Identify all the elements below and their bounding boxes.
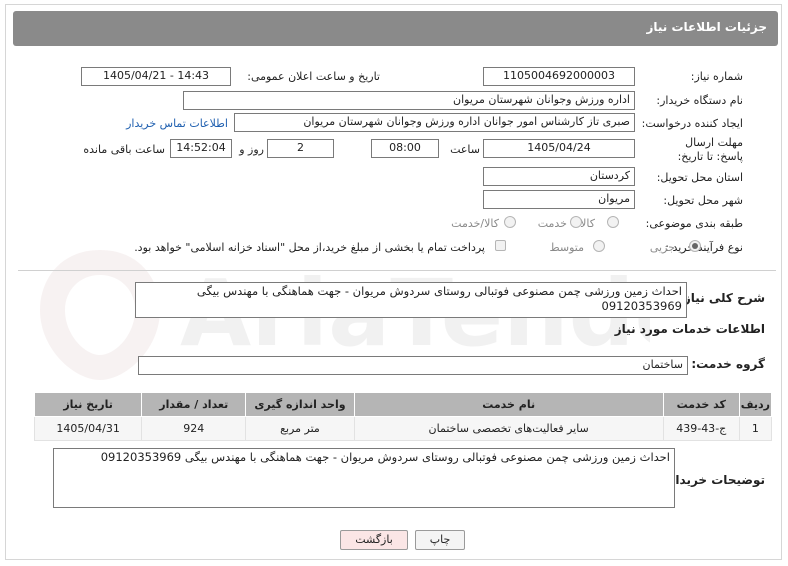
buyer-org-label: نام دستگاه خریدار: [656, 94, 743, 107]
col-header-service-name: نام خدمت [353, 392, 664, 417]
buyer-notes-label: توضیحات خریدار: [663, 473, 765, 487]
overall-desc-label: شرح کلی نیاز: [679, 291, 765, 305]
category-goods-radio[interactable] [607, 216, 619, 228]
purchase-minor-label: جزیی [649, 241, 675, 254]
remaining-time-label: ساعت باقی مانده [83, 143, 165, 156]
city-label: شهر محل تحویل: [663, 194, 743, 207]
treasury-payment-note: پرداخت تمام یا بخشی از مبلغ خرید،از محل … [134, 241, 485, 254]
city-field[interactable]: مریوان [483, 190, 635, 209]
cell-unit: متر مربع [245, 416, 355, 441]
col-header-row-number: ردیف [738, 392, 773, 417]
need-number-label: شماره نیاز: [690, 70, 743, 83]
cell-service-code: ج-43-439 [662, 416, 740, 441]
category-service-radio[interactable] [570, 216, 582, 228]
requester-label: ایجاد کننده درخواست: [641, 117, 743, 130]
print-button[interactable]: چاپ [415, 530, 465, 550]
remaining-days-field[interactable]: 2 [267, 139, 334, 158]
purchase-type-label: نوع فرآیند خرید : [665, 241, 743, 254]
category-service-label: خدمت [537, 217, 567, 230]
services-section-title: اطلاعات خدمات مورد نیاز [614, 322, 765, 336]
province-field[interactable]: کردستان [483, 167, 635, 186]
back-button[interactable]: بازگشت [340, 530, 408, 550]
overall-desc-field[interactable]: احداث زمین ورزشی چمن مصنوعی فوتبالی روست… [135, 282, 687, 318]
cell-service-name: سایر فعالیت‌های تخصصی ساختمان [353, 416, 664, 441]
cell-need-date: 1405/04/31 [33, 416, 143, 441]
remaining-time-field[interactable]: 14:52:04 [170, 139, 232, 158]
category-goods-service-radio[interactable] [504, 216, 516, 228]
purchase-medium-radio[interactable] [593, 240, 605, 252]
need-number-field[interactable]: 1105004692000003 [483, 67, 635, 86]
service-group-field[interactable]: ساختمان [138, 356, 688, 375]
buyer-notes-field[interactable]: احداث زمین ورزشی چمن مصنوعی فوتبالی روست… [53, 448, 675, 508]
requester-field[interactable]: صبری تاز کارشناس امور جوانان اداره ورزش … [234, 113, 635, 132]
announce-datetime-field[interactable]: 1405/04/21 - 14:43 [81, 67, 231, 86]
col-header-quantity: تعداد / مقدار [141, 392, 247, 417]
cell-quantity: 924 [141, 416, 247, 441]
province-label: استان محل تحویل: [656, 171, 743, 184]
page-header: جزئیات اطلاعات نیاز [13, 11, 778, 46]
page-title: جزئیات اطلاعات نیاز [646, 20, 767, 34]
days-label: روز و [239, 143, 264, 156]
cell-row-number: 1 [738, 416, 773, 441]
treasury-payment-checkbox[interactable] [495, 240, 506, 251]
purchase-minor-radio[interactable] [689, 240, 701, 252]
category-goods-label: کالا [580, 217, 595, 230]
purchase-medium-label: متوسط [549, 241, 584, 254]
divider [18, 270, 776, 271]
deadline-time-field[interactable]: 08:00 [371, 139, 439, 158]
deadline-time-label: ساعت [450, 143, 480, 156]
announce-datetime-label: تاریخ و ساعت اعلان عمومی: [247, 70, 380, 83]
deadline-label: مهلت ارسال پاسخ: تا تاریخ: [677, 136, 743, 163]
category-goods-service-label: کالا/خدمت [451, 217, 499, 230]
col-header-unit: واحد اندازه گیری [245, 392, 355, 417]
service-group-label: گروه خدمت: [691, 357, 765, 371]
buyer-org-field[interactable]: اداره ورزش وجوانان شهرستان مریوان [183, 91, 635, 110]
table-row[interactable]: 1 ج-43-439 سایر فعالیت‌های تخصصی ساختمان… [33, 416, 773, 441]
table-header-row: ردیف کد خدمت نام خدمت واحد اندازه گیری ت… [33, 392, 773, 417]
category-label: طبقه بندی موضوعی: [645, 217, 743, 230]
services-table: ردیف کد خدمت نام خدمت واحد اندازه گیری ت… [33, 392, 773, 441]
buyer-contact-link[interactable]: اطلاعات تماس خریدار [126, 117, 228, 130]
col-header-service-code: کد خدمت [662, 392, 740, 417]
deadline-date-field[interactable]: 1405/04/24 [483, 139, 635, 158]
col-header-need-date: تاریخ نیاز [33, 392, 143, 417]
